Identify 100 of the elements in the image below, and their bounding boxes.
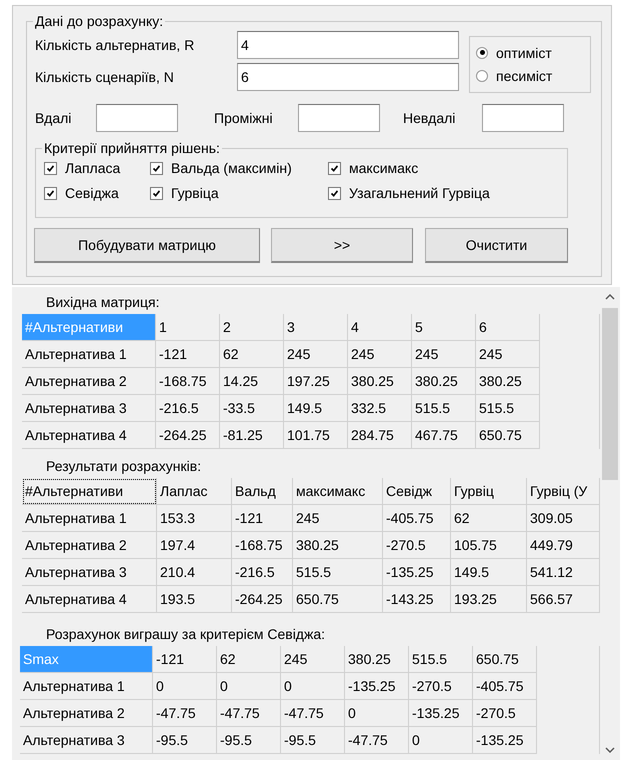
table-cell: -270.5 — [383, 532, 451, 559]
column-header: 5 — [412, 314, 476, 341]
table-cell: 210.4 — [157, 559, 232, 586]
table-cell: -216.5 — [232, 559, 293, 586]
table-cell: -405.75 — [383, 505, 451, 532]
checkbox-label: Узагальнений Гурвіца — [349, 185, 490, 201]
radio-label: оптиміст — [496, 44, 552, 61]
checkbox[interactable] — [328, 162, 341, 174]
table-cell: 0 — [217, 673, 281, 700]
radio-button[interactable] — [476, 70, 488, 82]
table-cell: 0 — [345, 700, 409, 727]
row-header: Альтернатива 3 — [22, 559, 157, 586]
table-cell: -264.25 — [156, 422, 220, 449]
field-label: Вдалі — [35, 110, 72, 126]
table-cell: 149.5 — [284, 395, 348, 422]
input-field[interactable] — [96, 104, 178, 132]
radio-label: песиміст — [496, 68, 552, 84]
column-header: 3 — [284, 314, 348, 341]
table-cell: -47.75 — [217, 700, 281, 727]
column-header: 515.5 — [409, 646, 473, 673]
group-title: Дані до розрахунку: — [34, 13, 164, 29]
table-cell: 380.25 — [476, 368, 540, 395]
checkbox-label: Лапласа — [65, 160, 120, 176]
checkbox-label: Гурвіца — [171, 185, 219, 201]
input-field[interactable]: 4 — [237, 31, 459, 59]
table-cell: 515.5 — [476, 395, 540, 422]
table-cell: 105.75 — [451, 532, 527, 559]
group-title: Критерії прийняття рішень: — [43, 140, 221, 156]
table-cell: 515.5 — [412, 395, 476, 422]
checkbox[interactable] — [150, 162, 163, 174]
column-header: 62 — [217, 646, 281, 673]
column-header: -121 — [153, 646, 217, 673]
table-cell: -121 — [232, 505, 293, 532]
row-header: Альтернатива 3 — [22, 395, 156, 422]
column-header: Вальд — [232, 478, 293, 505]
column-header: Севідж — [383, 478, 451, 505]
table-cell: 193.25 — [451, 586, 527, 613]
table-cell: 380.25 — [293, 532, 383, 559]
table-cell: 380.25 — [412, 368, 476, 395]
section-title: Результати розрахунків: — [46, 458, 202, 475]
table-cell: 245 — [293, 505, 383, 532]
header-cell[interactable]: #Альтернативи — [22, 478, 157, 505]
column-header: 650.75 — [473, 646, 537, 673]
table-cell: 193.5 — [157, 586, 232, 613]
checkbox[interactable] — [328, 186, 341, 200]
field-label: Проміжні — [214, 110, 274, 126]
checkbox[interactable] — [44, 162, 57, 174]
table-cell: 332.5 — [348, 395, 412, 422]
table-cell: 650.75 — [476, 422, 540, 449]
table-cell: -95.5 — [217, 727, 281, 754]
column-header: 2 — [220, 314, 284, 341]
checkbox[interactable] — [44, 186, 57, 200]
table-cell: 0 — [409, 727, 473, 754]
column-header: 6 — [476, 314, 540, 341]
table-cell: 0 — [153, 673, 217, 700]
row-header: Альтернатива 1 — [22, 505, 157, 532]
table-cell: -135.25 — [345, 673, 409, 700]
build-button[interactable]: Побудувати матрицю — [34, 228, 260, 263]
scroll-up-icon[interactable] — [605, 294, 615, 300]
clear-button[interactable]: Очистити — [425, 228, 568, 263]
table-cell: -121 — [156, 341, 220, 368]
field-label: Кількість альтернатив, R — [35, 37, 196, 53]
table-cell: -168.75 — [156, 368, 220, 395]
row-header: Альтернатива 2 — [22, 532, 157, 559]
table-cell: -95.5 — [153, 727, 217, 754]
row-header: Альтернатива 1 — [20, 673, 153, 700]
table-cell: -405.75 — [473, 673, 537, 700]
table-cell: -216.5 — [156, 395, 220, 422]
table-cell: -270.5 — [409, 673, 473, 700]
table-cell: -168.75 — [232, 532, 293, 559]
input-field[interactable]: 6 — [237, 63, 459, 91]
input-field[interactable] — [482, 104, 564, 132]
table-cell: -47.75 — [345, 727, 409, 754]
next-button[interactable]: >> — [271, 228, 413, 263]
checkbox-label: Вальда (максимін) — [171, 160, 292, 176]
table-cell: 245 — [412, 341, 476, 368]
table-cell: 650.75 — [293, 586, 383, 613]
table-cell: -135.25 — [383, 559, 451, 586]
column-header: максимакс — [293, 478, 383, 505]
table-cell: 197.4 — [157, 532, 232, 559]
table-cell: 245 — [348, 341, 412, 368]
table-cell: 449.79 — [527, 532, 600, 559]
table-cell: 245 — [476, 341, 540, 368]
table-cell: 62 — [451, 505, 527, 532]
scroll-thumb[interactable] — [602, 308, 618, 480]
scroll-down-icon[interactable] — [605, 747, 615, 753]
table-cell: 245 — [284, 341, 348, 368]
table-cell: 149.5 — [451, 559, 527, 586]
table-cell: -95.5 — [281, 727, 345, 754]
input-field[interactable] — [298, 104, 380, 132]
checkbox[interactable] — [150, 186, 163, 200]
column-header: 380.25 — [345, 646, 409, 673]
column-header: Гурвіц — [451, 478, 527, 505]
table-cell: -47.75 — [281, 700, 345, 727]
row-header: Альтернатива 2 — [22, 368, 156, 395]
column-header: 4 — [348, 314, 412, 341]
checkbox-label: максимакс — [349, 160, 418, 176]
field-label: Кількість сценаріїв, N — [35, 69, 175, 85]
checkbox-label: Севіджа — [65, 185, 119, 201]
radio-button[interactable] — [476, 46, 488, 59]
